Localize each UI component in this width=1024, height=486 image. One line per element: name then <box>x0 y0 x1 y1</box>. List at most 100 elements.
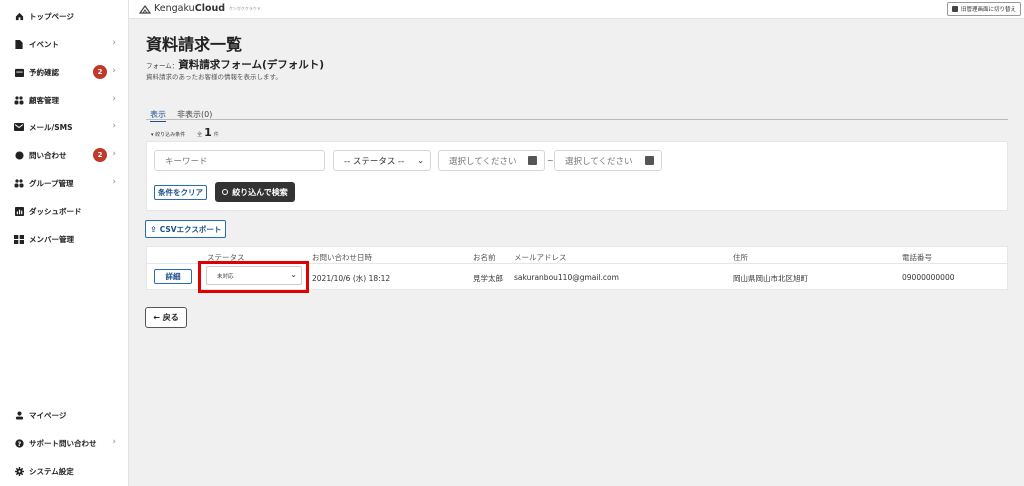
cell-name: 見学太郎 <box>473 274 503 283</box>
filter-toggle[interactable]: ▾ 絞り込み条件 <box>151 131 185 138</box>
date-to-placeholder: 選択してください <box>565 156 633 167</box>
help-icon: ? <box>14 438 24 448</box>
row-status-select[interactable]: 未対応 ⌄ <box>206 266 302 285</box>
count-suffix: 件 <box>213 132 219 138</box>
dashboard-icon <box>14 206 24 216</box>
cell-email: sakuranbou110@gmail.com <box>514 273 619 282</box>
back-button[interactable]: ← 戻る <box>145 307 187 328</box>
column-header-name: お名前 <box>473 253 496 262</box>
sidebar-item-label: イベント <box>29 39 59 49</box>
inquiry-icon <box>14 150 24 160</box>
switch-legacy-admin-button[interactable]: 旧管理画面に切り替え <box>946 2 1021 16</box>
count-prefix: 全 <box>197 132 203 138</box>
sidebar: トップページ イベント › 予約確認 2 › 顧客管理 › メール/SMS › … <box>0 0 129 486</box>
document-icon <box>14 39 24 49</box>
sidebar-item-reservation[interactable]: 予約確認 2 › <box>0 62 129 82</box>
date-range-separator: ~ <box>547 156 554 165</box>
sidebar-item-inquiry[interactable]: 問い合わせ 2 › <box>0 145 129 165</box>
chevron-down-icon: ⌄ <box>417 156 424 165</box>
cell-datetime: 2021/10/6 (水) 18:12 <box>312 274 391 283</box>
chevron-down-icon: ⌄ <box>290 270 297 279</box>
cell-phone: 09000000000 <box>902 273 955 282</box>
sidebar-item-mypage[interactable]: マイページ <box>0 405 129 425</box>
row-status-value: 未対応 <box>217 273 234 280</box>
sidebar-item-label: ダッシュボード <box>29 206 82 216</box>
cell-address: 岡山県岡山市北区旭町 <box>733 274 808 283</box>
date-to-input[interactable]: 選択してください <box>554 150 662 171</box>
keyword-input[interactable]: キーワード <box>154 150 325 171</box>
group-icon <box>14 178 24 188</box>
home-icon <box>14 11 24 21</box>
brand-name: KengakuCloud <box>154 3 226 14</box>
logo[interactable]: KengakuCloud ケンガククラウド <box>139 3 261 14</box>
chevron-right-icon: › <box>112 66 116 76</box>
svg-text:?: ? <box>17 440 21 447</box>
top-bar: KengakuCloud ケンガククラウド 旧管理画面に切り替え <box>129 0 1024 19</box>
clear-filters-button[interactable]: 条件をクリア <box>154 185 207 200</box>
sidebar-item-members[interactable]: メンバー管理 <box>0 229 129 249</box>
logo-icon <box>139 4 151 14</box>
filter-summary: ▾ 絞り込み条件 全 1 件 <box>151 126 219 139</box>
sidebar-item-label: 問い合わせ <box>29 150 67 160</box>
sidebar-item-label: グループ管理 <box>29 178 74 188</box>
chevron-right-icon: › <box>112 177 116 187</box>
tab-bar: 表示 非表示(0) <box>146 109 1008 122</box>
sidebar-item-event[interactable]: イベント › <box>0 34 129 54</box>
notification-badge: 2 <box>93 148 107 162</box>
tab-visible[interactable]: 表示 <box>150 109 166 122</box>
person-icon <box>14 410 24 420</box>
form-name: 資料請求フォーム(デフォルト) <box>178 59 325 71</box>
sidebar-item-group[interactable]: グループ管理 › <box>0 173 129 193</box>
sidebar-item-settings[interactable]: システム設定 <box>0 461 129 481</box>
chevron-right-icon: › <box>112 38 116 48</box>
brand-kana: ケンガククラウド <box>229 5 261 11</box>
search-icon <box>222 189 229 195</box>
sidebar-item-mail[interactable]: メール/SMS › <box>0 117 129 137</box>
flag-icon <box>951 6 958 12</box>
calendar-icon <box>528 156 537 165</box>
column-header-status: ステータス <box>207 253 245 262</box>
chevron-right-icon: › <box>112 121 116 131</box>
gear-icon <box>14 466 24 476</box>
status-filter-select[interactable]: -- ステータス -- ⌄ <box>333 150 431 171</box>
chevron-right-icon: › <box>112 437 116 447</box>
page-title: 資料請求一覧 <box>146 35 243 54</box>
sidebar-item-label: システム設定 <box>29 466 74 476</box>
export-icon: ⇪ <box>150 224 157 234</box>
tab-hidden[interactable]: 非表示(0) <box>177 109 212 120</box>
filter-search-button[interactable]: 絞り込んで検索 <box>215 182 295 202</box>
status-filter-value: -- ステータス -- <box>344 156 405 167</box>
date-from-input[interactable]: 選択してください <box>438 150 545 171</box>
column-header-address: 住所 <box>733 253 748 262</box>
detail-button[interactable]: 詳細 <box>154 269 192 284</box>
csv-export-button[interactable]: ⇪ CSVエクスポート <box>145 220 227 238</box>
sidebar-item-label: メール/SMS <box>29 122 73 132</box>
chevron-right-icon: › <box>112 94 116 104</box>
mail-icon <box>14 122 24 132</box>
form-prefix: フォーム： <box>146 62 179 70</box>
sidebar-item-label: メンバー管理 <box>29 234 74 244</box>
sidebar-item-customers[interactable]: 顧客管理 › <box>0 90 129 110</box>
sidebar-item-label: マイページ <box>29 410 67 420</box>
sidebar-item-support[interactable]: ? サポート問い合わせ › <box>0 433 129 453</box>
members-icon <box>14 234 24 244</box>
date-from-placeholder: 選択してください <box>449 156 517 167</box>
sidebar-item-label: トップページ <box>29 11 74 21</box>
table-divider <box>147 263 1009 264</box>
sidebar-item-top[interactable]: トップページ <box>0 6 129 26</box>
column-header-phone: 電話番号 <box>902 253 932 262</box>
column-header-datetime: お問い合わせ日時 <box>312 253 372 262</box>
sidebar-item-label: サポート問い合わせ <box>29 438 97 448</box>
chevron-right-icon: › <box>112 149 116 159</box>
page-description: 資料請求のあったお客様の情報を表示します。 <box>146 73 282 81</box>
users-icon <box>14 95 24 105</box>
switch-legacy-admin-label: 旧管理画面に切り替え <box>960 7 1016 13</box>
filter-search-label: 絞り込んで検索 <box>232 187 288 197</box>
calendar-icon <box>645 156 654 165</box>
sidebar-item-label: 予約確認 <box>29 67 59 77</box>
calendar-icon <box>14 67 24 77</box>
sidebar-item-dashboard[interactable]: ダッシュボード <box>0 201 129 221</box>
form-line: フォーム： 資料請求フォーム(デフォルト) <box>146 57 324 72</box>
result-count: 1 <box>204 126 212 139</box>
csv-export-label: CSVエクスポート <box>159 224 222 234</box>
